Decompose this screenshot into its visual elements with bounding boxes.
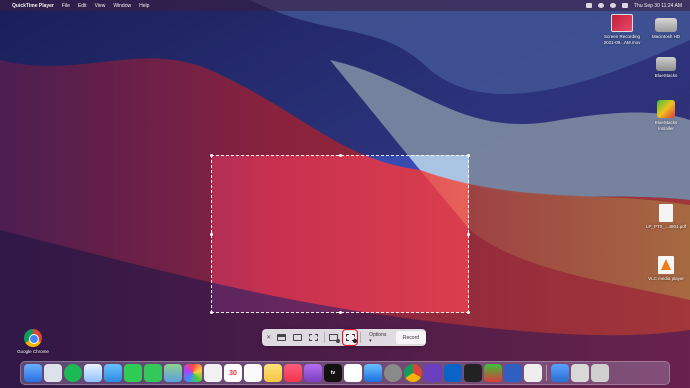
bluestacks-icon bbox=[657, 100, 675, 118]
resize-handle-bottom-right[interactable] bbox=[467, 311, 470, 314]
calendar-icon[interactable]: 30 bbox=[224, 364, 242, 382]
notes-icon[interactable] bbox=[264, 364, 282, 382]
menu-window[interactable]: Window bbox=[113, 3, 131, 9]
vlc-icon bbox=[658, 256, 674, 274]
screen-icon bbox=[277, 334, 287, 341]
resize-handle-top[interactable] bbox=[339, 154, 342, 157]
chrome-icon bbox=[24, 329, 42, 347]
desktop-icon-chrome[interactable]: Google Chrome bbox=[8, 329, 58, 355]
reminders-icon[interactable] bbox=[244, 364, 262, 382]
menu-help[interactable]: Help bbox=[139, 3, 149, 9]
menu-edit[interactable]: Edit bbox=[78, 3, 87, 9]
desktop-icon-label: Screen Recording 2021-09...AM.mov bbox=[603, 34, 641, 45]
capture-selection-area[interactable] bbox=[210, 154, 470, 314]
system-preferences-icon[interactable] bbox=[384, 364, 402, 382]
menu-bar: QuickTime Player File Edit View Window H… bbox=[0, 0, 690, 11]
desktop-icon-label: BlueStacks bbox=[654, 73, 678, 78]
app-store-icon[interactable] bbox=[364, 364, 382, 382]
desktop-icon-label: VLC media player bbox=[648, 276, 684, 281]
spotify-icon[interactable] bbox=[64, 364, 82, 382]
desktop-icon-macintosh-hd[interactable]: Macintosh HD bbox=[641, 18, 690, 40]
battery-icon[interactable] bbox=[586, 3, 592, 8]
news-icon[interactable] bbox=[344, 364, 362, 382]
wifi-icon[interactable] bbox=[598, 3, 604, 8]
record-selected-portion-button[interactable] bbox=[342, 329, 359, 346]
capture-entire-screen-button[interactable] bbox=[275, 331, 287, 344]
search-icon[interactable] bbox=[610, 3, 616, 8]
dock-separator bbox=[546, 365, 547, 381]
menu-view[interactable]: View bbox=[95, 3, 106, 9]
desktop-icon-label: LP_PT0_...4801.pdf bbox=[645, 224, 687, 229]
outlook-icon[interactable] bbox=[444, 364, 462, 382]
desktop-icon-label: Google Chrome bbox=[17, 349, 49, 354]
video-file-icon bbox=[611, 14, 633, 32]
desktop-icon-label: Macintosh HD bbox=[651, 34, 681, 39]
resize-handle-bottom-left[interactable] bbox=[210, 311, 213, 314]
options-button[interactable]: Options ▾ bbox=[365, 331, 393, 344]
apple-tv-icon[interactable]: tv bbox=[324, 364, 342, 382]
desktop-icon-vlc[interactable]: VLC media player bbox=[641, 256, 690, 282]
menu-bar-status: Thu Sep 30 11:24 AM bbox=[586, 0, 682, 11]
onenote-icon[interactable] bbox=[424, 364, 442, 382]
bluestacks-dock-icon[interactable] bbox=[484, 364, 502, 382]
quicktime-icon[interactable] bbox=[524, 364, 542, 382]
hard-drive-icon bbox=[655, 18, 677, 32]
downloads-folder-icon[interactable] bbox=[551, 364, 569, 382]
safari-icon[interactable] bbox=[84, 364, 102, 382]
resize-handle-top-left[interactable] bbox=[210, 154, 213, 157]
maps-icon[interactable] bbox=[164, 364, 182, 382]
trash-icon[interactable] bbox=[591, 364, 609, 382]
launchpad-icon[interactable] bbox=[44, 364, 62, 382]
record-screen-icon bbox=[329, 334, 341, 343]
desktop-icon-label: BlueStacks Installer bbox=[654, 120, 678, 131]
photos-icon[interactable] bbox=[184, 364, 202, 382]
disk-icon bbox=[656, 57, 676, 71]
selection-icon bbox=[309, 334, 319, 341]
word-icon[interactable] bbox=[504, 364, 522, 382]
menu-file[interactable]: File bbox=[62, 3, 70, 9]
window-icon bbox=[293, 334, 303, 341]
document-icon bbox=[659, 204, 673, 222]
control-center-icon[interactable] bbox=[622, 3, 628, 8]
facetime-icon[interactable] bbox=[124, 364, 142, 382]
contacts-icon[interactable] bbox=[204, 364, 222, 382]
recent-items-icon[interactable] bbox=[571, 364, 589, 382]
menu-bar-clock[interactable]: Thu Sep 30 11:24 AM bbox=[634, 3, 682, 9]
resize-handle-right[interactable] bbox=[467, 233, 470, 236]
menu-app-name[interactable]: QuickTime Player bbox=[12, 3, 54, 9]
music-icon[interactable] bbox=[284, 364, 302, 382]
resize-handle-left[interactable] bbox=[210, 233, 213, 236]
record-entire-screen-button[interactable] bbox=[328, 331, 341, 344]
chrome-dock-icon[interactable] bbox=[404, 364, 422, 382]
capture-selection-button[interactable] bbox=[308, 331, 320, 344]
resize-handle-top-right[interactable] bbox=[467, 154, 470, 157]
desktop-icon-pdf[interactable]: LP_PT0_...4801.pdf bbox=[641, 204, 690, 230]
resize-handle-bottom[interactable] bbox=[339, 311, 342, 314]
close-icon[interactable]: ✕ bbox=[265, 331, 272, 344]
podcasts-icon[interactable] bbox=[304, 364, 322, 382]
toolbar-divider bbox=[360, 332, 362, 343]
mail-icon[interactable] bbox=[104, 364, 122, 382]
toolbar-divider bbox=[323, 332, 325, 343]
messages-icon[interactable] bbox=[144, 364, 162, 382]
screenshot-toolbar: ✕ Options ▾ Record bbox=[262, 329, 427, 346]
desktop-icon-bluestacks-disk[interactable]: BlueStacks bbox=[641, 57, 690, 79]
terminal-icon[interactable] bbox=[464, 364, 482, 382]
desktop-icon-screen-recording[interactable]: Screen Recording 2021-09...AM.mov bbox=[597, 14, 647, 46]
record-selection-icon bbox=[345, 334, 357, 343]
dock: 30 tv bbox=[20, 361, 670, 385]
desktop-icon-bluestacks-installer[interactable]: BlueStacks Installer bbox=[641, 100, 690, 132]
record-button[interactable]: Record bbox=[395, 331, 427, 344]
capture-window-button[interactable] bbox=[292, 331, 304, 344]
finder-icon[interactable] bbox=[24, 364, 42, 382]
